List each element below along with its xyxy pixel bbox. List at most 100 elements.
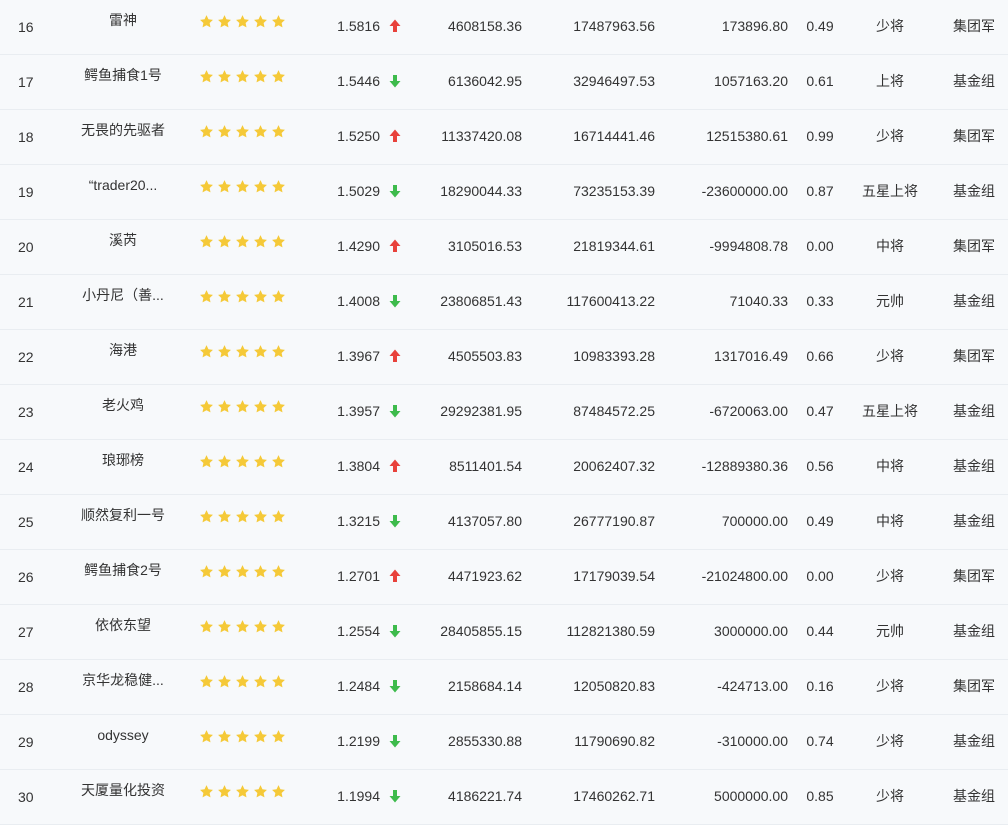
- value-c-cell: -310000.00: [717, 733, 788, 749]
- ratio-cell: 0.44: [806, 623, 834, 639]
- rank-cell: 28: [18, 679, 34, 695]
- ratio-cell: 0.00: [806, 568, 834, 584]
- value-c-cell: -23600000.00: [701, 183, 788, 199]
- star-icon: [272, 675, 285, 688]
- account-name-link[interactable]: 海港: [73, 340, 173, 360]
- table-row[interactable]: 23 老火鸡 1.3957 29292381.95 87484572.25 -672006…: [0, 385, 1008, 440]
- account-name-link[interactable]: 依依东望: [73, 615, 173, 635]
- table-row[interactable]: 17 鳄鱼捕食1号 1.5446 6136042.95 32946497.53 10571…: [0, 55, 1008, 110]
- star-icon: [218, 180, 231, 193]
- star-icon: [218, 125, 231, 138]
- value-b-cell: 26777190.87: [573, 513, 655, 529]
- group-cell: 基金组: [953, 458, 995, 474]
- nav-value: 1.3967: [337, 348, 380, 364]
- rank-cell: 17: [18, 74, 34, 90]
- table-row[interactable]: 18 无畏的先驱者 1.5250 11337420.08 16714441.46 1251…: [0, 110, 1008, 165]
- star-icon: [254, 235, 267, 248]
- account-name-link[interactable]: 老火鸡: [73, 395, 173, 415]
- rank-title-cell: 少将: [876, 733, 904, 749]
- account-name-link[interactable]: 雷神: [73, 10, 173, 30]
- star-icon: [218, 675, 231, 688]
- ratio-cell: 0.87: [806, 183, 834, 199]
- value-b-cell: 32946497.53: [573, 73, 655, 89]
- value-c-cell: 1057163.20: [714, 73, 788, 89]
- rank-title-cell: 少将: [876, 128, 904, 144]
- trend-indicator: [388, 676, 402, 696]
- table-row[interactable]: 19 “trader20... 1.5029 18290044.33 73235153.…: [0, 165, 1008, 220]
- star-icon: [254, 785, 267, 798]
- star-icon: [236, 675, 249, 688]
- star-icon: [236, 565, 249, 578]
- group-cell: 基金组: [953, 513, 995, 529]
- star-rating: [199, 234, 289, 249]
- trend-indicator: [388, 126, 402, 146]
- value-c-cell: -424713.00: [717, 678, 788, 694]
- arrow-up-icon: [389, 569, 401, 582]
- account-name-link[interactable]: 顺然复利一号: [73, 505, 173, 525]
- star-icon: [272, 455, 285, 468]
- star-icon: [200, 455, 213, 468]
- table-row[interactable]: 20 溪芮 1.4290 3105016.53 21819344.61 -9994808.…: [0, 220, 1008, 275]
- arrow-down-icon: [389, 75, 401, 88]
- nav-value: 1.2701: [337, 568, 380, 584]
- rank-cell: 27: [18, 624, 34, 640]
- account-name-link[interactable]: 京华龙稳健...: [73, 670, 173, 690]
- value-a-cell: 8511401.54: [449, 458, 522, 474]
- table-row[interactable]: 16 雷神 1.5816 4608158.36 17487963.56 173896.80…: [0, 0, 1008, 55]
- star-icon: [218, 15, 231, 28]
- account-name-link[interactable]: “trader20...: [73, 175, 173, 195]
- ratio-cell: 0.99: [806, 128, 834, 144]
- table-row[interactable]: 28 京华龙稳健... 1.2484 2158684.14 12050820.83 -42…: [0, 660, 1008, 715]
- table-row[interactable]: 21 小丹尼（善... 1.4008 23806851.43 117600413.22 7…: [0, 275, 1008, 330]
- table-row[interactable]: 29 odyssey 1.2199 2855330.88 11790690.82 -310…: [0, 715, 1008, 770]
- star-icon: [254, 510, 267, 523]
- account-name-link[interactable]: 无畏的先驱者: [73, 120, 173, 140]
- account-name-link[interactable]: odyssey: [73, 725, 173, 745]
- star-icon: [272, 510, 285, 523]
- ratio-cell: 0.66: [806, 348, 834, 364]
- rank-title-cell: 元帅: [876, 623, 904, 639]
- table-row[interactable]: 24 琅琊榜 1.3804 8511401.54 20062407.32 -1288938…: [0, 440, 1008, 495]
- rank-title-cell: 元帅: [876, 293, 904, 309]
- star-icon: [218, 345, 231, 358]
- account-name-link[interactable]: 天厦量化投资: [73, 780, 173, 800]
- account-name-link[interactable]: 琅琊榜: [73, 450, 173, 470]
- value-b-cell: 117600413.22: [566, 293, 656, 309]
- account-name-link[interactable]: 溪芮: [73, 230, 173, 250]
- rank-title-cell: 少将: [876, 348, 904, 364]
- arrow-up-icon: [389, 349, 401, 362]
- value-b-cell: 17487963.56: [573, 18, 655, 34]
- trend-indicator: [388, 786, 402, 806]
- nav-value: 1.3957: [337, 403, 380, 419]
- star-icon: [200, 400, 213, 413]
- value-b-cell: 11790690.82: [574, 733, 655, 749]
- table-row[interactable]: 22 海港 1.3967 4505503.83 10983393.28 1317016.4…: [0, 330, 1008, 385]
- nav-value: 1.2554: [337, 623, 380, 639]
- table-row[interactable]: 25 顺然复利一号 1.3215 4137057.80 26777190.87 70000…: [0, 495, 1008, 550]
- account-name-link[interactable]: 鳄鱼捕食2号: [73, 560, 173, 580]
- rank-title-cell: 少将: [876, 678, 904, 694]
- account-name-link[interactable]: 小丹尼（善...: [73, 285, 173, 305]
- star-icon: [236, 400, 249, 413]
- arrow-up-icon: [389, 19, 401, 32]
- star-rating: [199, 14, 289, 29]
- table-row[interactable]: 26 鳄鱼捕食2号 1.2701 4471923.62 17179039.54 -2102…: [0, 550, 1008, 605]
- arrow-down-icon: [389, 405, 401, 418]
- value-b-cell: 87484572.25: [573, 403, 655, 419]
- table-row[interactable]: 27 依依东望 1.2554 28405855.15 112821380.59 30000…: [0, 605, 1008, 660]
- ranking-table: 16 雷神 1.5816 4608158.36 17487963.56 173896.80…: [0, 0, 1008, 825]
- ratio-cell: 0.16: [806, 678, 834, 694]
- ratio-cell: 0.47: [806, 403, 834, 419]
- ratio-cell: 0.85: [806, 788, 834, 804]
- group-cell: 基金组: [953, 788, 995, 804]
- rank-cell: 23: [18, 404, 34, 420]
- account-name-link[interactable]: 鳄鱼捕食1号: [73, 65, 173, 85]
- arrow-up-icon: [389, 459, 401, 472]
- value-b-cell: 20062407.32: [573, 458, 655, 474]
- star-rating: [199, 124, 289, 139]
- trend-indicator: [388, 511, 402, 531]
- value-c-cell: -12889380.36: [701, 458, 788, 474]
- rank-title-cell: 中将: [876, 238, 904, 254]
- star-icon: [254, 565, 267, 578]
- value-c-cell: -21024800.00: [701, 568, 788, 584]
